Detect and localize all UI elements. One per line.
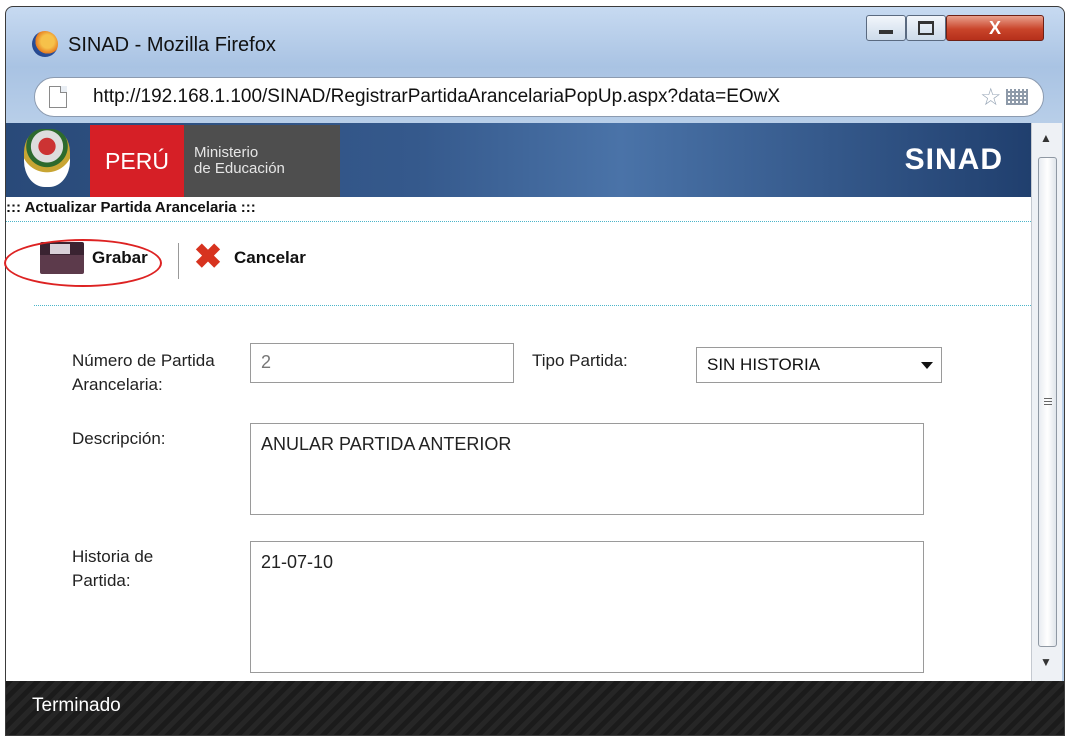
menu-grid-icon[interactable]	[1006, 89, 1028, 105]
close-button[interactable]: X	[946, 15, 1044, 41]
maximize-icon	[918, 21, 934, 35]
peru-label: PERÚ	[90, 125, 184, 197]
cancel-button[interactable]: ✖ Cancelar	[192, 233, 306, 283]
page-heading: ::: Actualizar Partida Arancelaria :::	[6, 199, 256, 216]
numero-label: Número de Partida Arancelaria:	[72, 351, 215, 394]
descripcion-textarea[interactable]: ANULAR PARTIDA ANTERIOR	[250, 423, 924, 515]
minimize-icon	[879, 30, 893, 34]
title-bar[interactable]: SINAD - Mozilla Firefox X	[6, 7, 1064, 69]
cancel-x-icon: ✖	[193, 238, 223, 276]
tipo-partida-select[interactable]: SIN HISTORIA	[696, 347, 942, 383]
ministry-label: Ministerio de Educación	[184, 125, 340, 197]
brand-title: SINAD	[904, 143, 1003, 176]
address-bar[interactable]: http://192.168.1.100/SINAD/RegistrarPart…	[34, 77, 1044, 117]
minimize-button[interactable]	[866, 15, 906, 41]
tipo-partida-label: Tipo Partida:	[532, 351, 628, 370]
toolbar-separator	[178, 243, 179, 279]
descripcion-label: Descripción:	[72, 429, 166, 448]
site-header: PERÚ Ministerio de Educación SINAD	[6, 123, 1031, 197]
maximize-button[interactable]	[906, 15, 946, 41]
coat-of-arms-icon	[24, 129, 70, 187]
numero-input[interactable]: 2	[250, 343, 514, 383]
grip-icon	[1044, 398, 1052, 399]
url-text[interactable]: http://192.168.1.100/SINAD/RegistrarPart…	[93, 86, 983, 108]
highlight-annotation	[4, 239, 162, 287]
close-icon: X	[988, 17, 1001, 38]
ministry-line-1: Ministerio	[194, 144, 259, 161]
historia-label: Historia de Partida:	[72, 547, 154, 590]
vertical-scrollbar[interactable]: ▲ ▼	[1031, 123, 1062, 681]
page-content: PERÚ Ministerio de Educación SINAD ::: A…	[6, 123, 1031, 681]
tipo-partida-value: SIN HISTORIA	[707, 355, 821, 374]
bookmark-star-icon[interactable]: ☆	[980, 83, 1002, 112]
scroll-thumb[interactable]	[1038, 157, 1057, 647]
historia-textarea[interactable]: 21-07-10	[250, 541, 924, 673]
ministry-line-2: de Educación	[194, 160, 285, 177]
divider	[6, 221, 1031, 222]
page-icon	[49, 86, 67, 108]
chevron-down-icon	[921, 362, 933, 369]
divider	[34, 305, 1031, 306]
window-title: SINAD - Mozilla Firefox	[68, 34, 276, 56]
browser-window: SINAD - Mozilla Firefox X http://192.168…	[5, 6, 1065, 736]
cancel-label: Cancelar	[234, 248, 306, 267]
status-text: Terminado	[32, 695, 121, 716]
scroll-down-icon[interactable]: ▼	[1040, 655, 1052, 669]
status-bar: Terminado	[6, 681, 1064, 735]
scroll-up-icon[interactable]: ▲	[1040, 131, 1052, 145]
firefox-logo-icon	[32, 31, 58, 57]
